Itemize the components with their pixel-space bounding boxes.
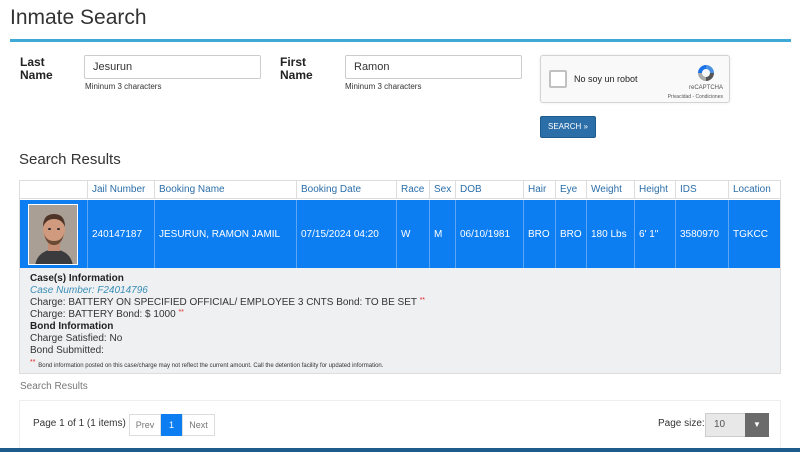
charge-2-text: Charge: BATTERY Bond: $ 1000 xyxy=(30,309,176,320)
page-1-button[interactable]: 1 xyxy=(161,414,182,436)
cell-height: 6' 1" xyxy=(634,200,675,269)
column-header-photo xyxy=(20,181,87,199)
column-header-location[interactable]: Location xyxy=(728,181,780,199)
column-header-height[interactable]: Height xyxy=(634,181,675,199)
cell-eye: BRO xyxy=(555,200,586,269)
chevron-down-icon[interactable]: ▼ xyxy=(745,413,769,437)
last-name-input[interactable] xyxy=(84,55,261,79)
page-size-label: Page size: xyxy=(658,418,705,429)
first-name-hint: Mininum 3 characters xyxy=(345,82,422,91)
cell-ids: 3580970 xyxy=(675,200,728,269)
cases-heading: Case(s) Information xyxy=(30,273,124,284)
captcha-brand: reCAPTCHA xyxy=(688,85,723,91)
charge-line-1: Charge: BATTERY ON SPECIFIED OFFICIAL/ E… xyxy=(30,297,425,308)
column-header-hair[interactable]: Hair xyxy=(523,181,555,199)
inmate-photo xyxy=(28,204,78,265)
charge-1-text: Charge: BATTERY ON SPECIFIED OFFICIAL/ E… xyxy=(30,297,417,308)
cell-weight: 180 Lbs xyxy=(586,200,634,269)
person-photo-icon xyxy=(29,205,77,264)
page-info: Page 1 of 1 (1 items) xyxy=(33,418,126,429)
bond-note: Bond information posted on this case/cha… xyxy=(38,363,384,369)
charge-satisfied: Charge Satisfied: No xyxy=(30,333,123,344)
cell-hair: BRO xyxy=(523,200,555,269)
cell-sex: M xyxy=(429,200,455,269)
case-detail-panel: Case(s) Information Case Number: F240147… xyxy=(19,268,781,374)
cell-location: TGKCC xyxy=(728,200,780,269)
last-name-hint: Mininum 3 characters xyxy=(85,82,162,91)
column-header-booking-name[interactable]: Booking Name xyxy=(154,181,296,199)
column-header-dob[interactable]: DOB xyxy=(455,181,523,199)
bottom-bar xyxy=(0,448,800,452)
bond-heading: Bond Information xyxy=(30,321,114,332)
column-header-race[interactable]: Race xyxy=(396,181,429,199)
title-divider xyxy=(10,39,791,42)
page-title: Inmate Search xyxy=(10,6,147,29)
bond-asterisk: ** xyxy=(419,297,426,304)
table-row[interactable]: 240147187 JESURUN, RAMON JAMIL 07/15/202… xyxy=(20,200,780,269)
footer-results-label: Search Results xyxy=(20,381,88,392)
cell-booking-date: 07/15/2024 04:20 xyxy=(296,200,396,269)
captcha-checkbox[interactable] xyxy=(549,70,567,88)
first-name-label: First Name xyxy=(280,55,313,82)
bond-note-line: ** Bond information posted on this case/… xyxy=(30,359,383,370)
recaptcha-logo-icon xyxy=(698,65,714,81)
first-name-input[interactable] xyxy=(345,55,522,79)
last-name-label: Last Name xyxy=(20,55,53,82)
results-grid: Jail Number Booking Name Booking Date Ra… xyxy=(19,180,781,269)
column-header-eye[interactable]: Eye xyxy=(555,181,586,199)
captcha-label: No soy un robot xyxy=(574,74,638,84)
cell-dob: 06/10/1981 xyxy=(455,200,523,269)
note-asterisk: ** xyxy=(30,359,36,366)
recaptcha-widget: No soy un robot reCAPTCHA Privacidad - C… xyxy=(540,55,730,103)
prev-page-button[interactable]: Prev xyxy=(129,414,161,436)
bond-asterisk: ** xyxy=(178,309,184,316)
next-page-button[interactable]: Next xyxy=(182,414,215,436)
grid-header: Jail Number Booking Name Booking Date Ra… xyxy=(20,181,780,199)
charge-line-2: Charge: BATTERY Bond: $ 1000 ** xyxy=(30,309,184,320)
results-title: Search Results xyxy=(19,151,121,168)
column-header-ids[interactable]: IDS xyxy=(675,181,728,199)
column-header-sex[interactable]: Sex xyxy=(429,181,455,199)
cell-booking-name: JESURUN, RAMON JAMIL xyxy=(154,200,296,269)
bond-submitted: Bond Submitted: xyxy=(30,345,104,356)
search-button[interactable]: SEARCH » xyxy=(540,116,596,138)
column-header-weight[interactable]: Weight xyxy=(586,181,634,199)
case-number: Case Number: F24014796 xyxy=(30,285,148,296)
column-header-booking-date[interactable]: Booking Date xyxy=(296,181,396,199)
captcha-links[interactable]: Privacidad - Condiciones xyxy=(646,94,723,100)
cell-race: W xyxy=(396,200,429,269)
cell-jail-number: 240147187 xyxy=(87,200,154,269)
